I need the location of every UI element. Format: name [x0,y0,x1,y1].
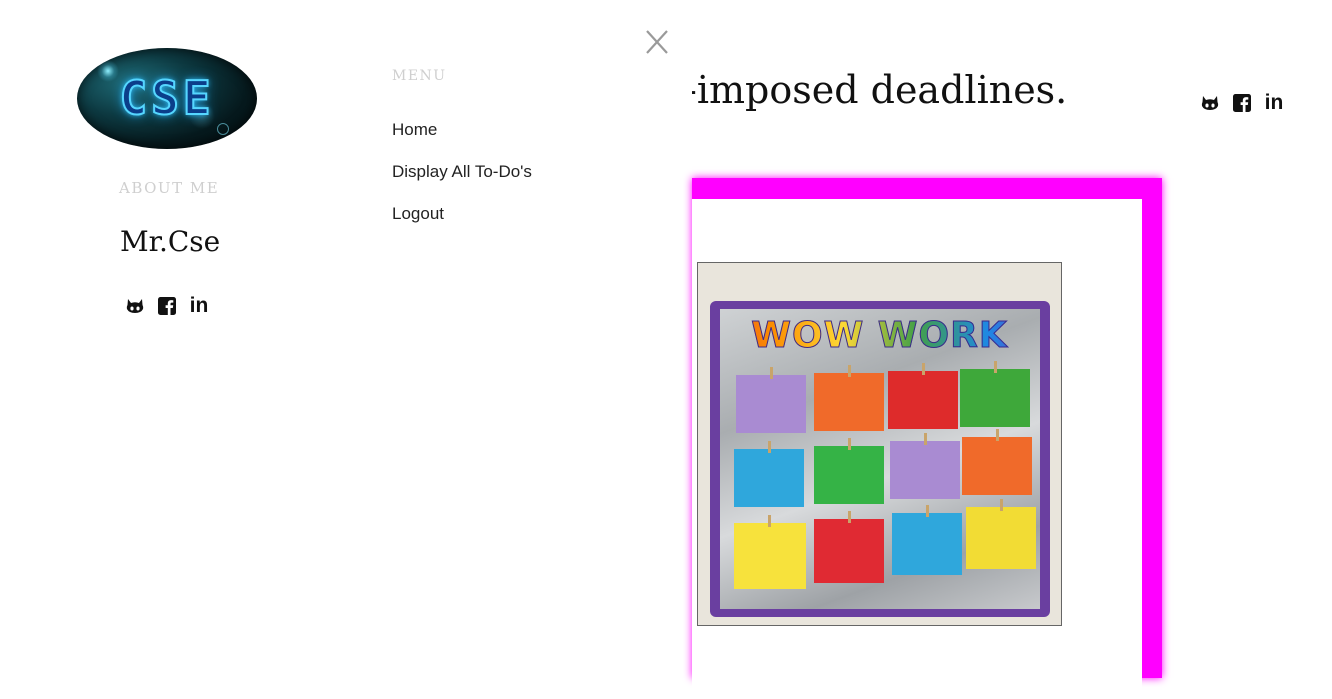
menu-item-logout: Logout [392,204,532,246]
board-paper [736,367,806,433]
menu-link-display-todos[interactable]: Display All To-Do's [392,162,532,181]
about-heading: ABOUT ME [119,179,220,197]
close-icon[interactable] [644,28,670,56]
page-headline: -imposed deadlines. [692,68,1068,112]
menu-panel: MENU Home Display All To-Do's Logout [340,0,692,652]
menu-item-home: Home [392,120,532,162]
board-paper [814,365,884,431]
github-icon[interactable] [1199,92,1221,114]
logo-text: CSE [118,70,215,126]
menu-heading: MENU [392,68,447,84]
sidebar-social-links: in [124,295,210,317]
facebook-icon[interactable] [156,295,178,317]
cse-logo[interactable]: CSE [77,48,257,149]
github-icon[interactable] [124,295,146,317]
menu-list: Home Display All To-Do's Logout [392,120,532,246]
sidebar: CSE ABOUT ME Mr.Cse in [0,0,340,652]
header-social-links: in [1199,92,1285,114]
board-paper [888,363,958,429]
facebook-icon[interactable] [1231,92,1253,114]
linkedin-icon[interactable]: in [188,295,210,317]
board-paper [814,438,884,504]
board-paper [962,429,1032,495]
bulletin-board-image: WOW WORK [697,262,1062,626]
board-title: WOW WORK [698,315,1061,357]
board-paper [892,505,962,575]
menu-link-home[interactable]: Home [392,120,437,139]
board-paper [966,499,1036,569]
linkedin-icon[interactable]: in [1263,92,1285,114]
board-paper [734,441,804,507]
board-paper [890,433,960,499]
menu-item-display-todos: Display All To-Do's [392,162,532,204]
board-paper [960,361,1030,427]
profile-name: Mr.Cse [120,225,221,258]
board-paper [734,515,806,589]
board-paper [814,511,884,583]
menu-link-logout[interactable]: Logout [392,204,444,223]
